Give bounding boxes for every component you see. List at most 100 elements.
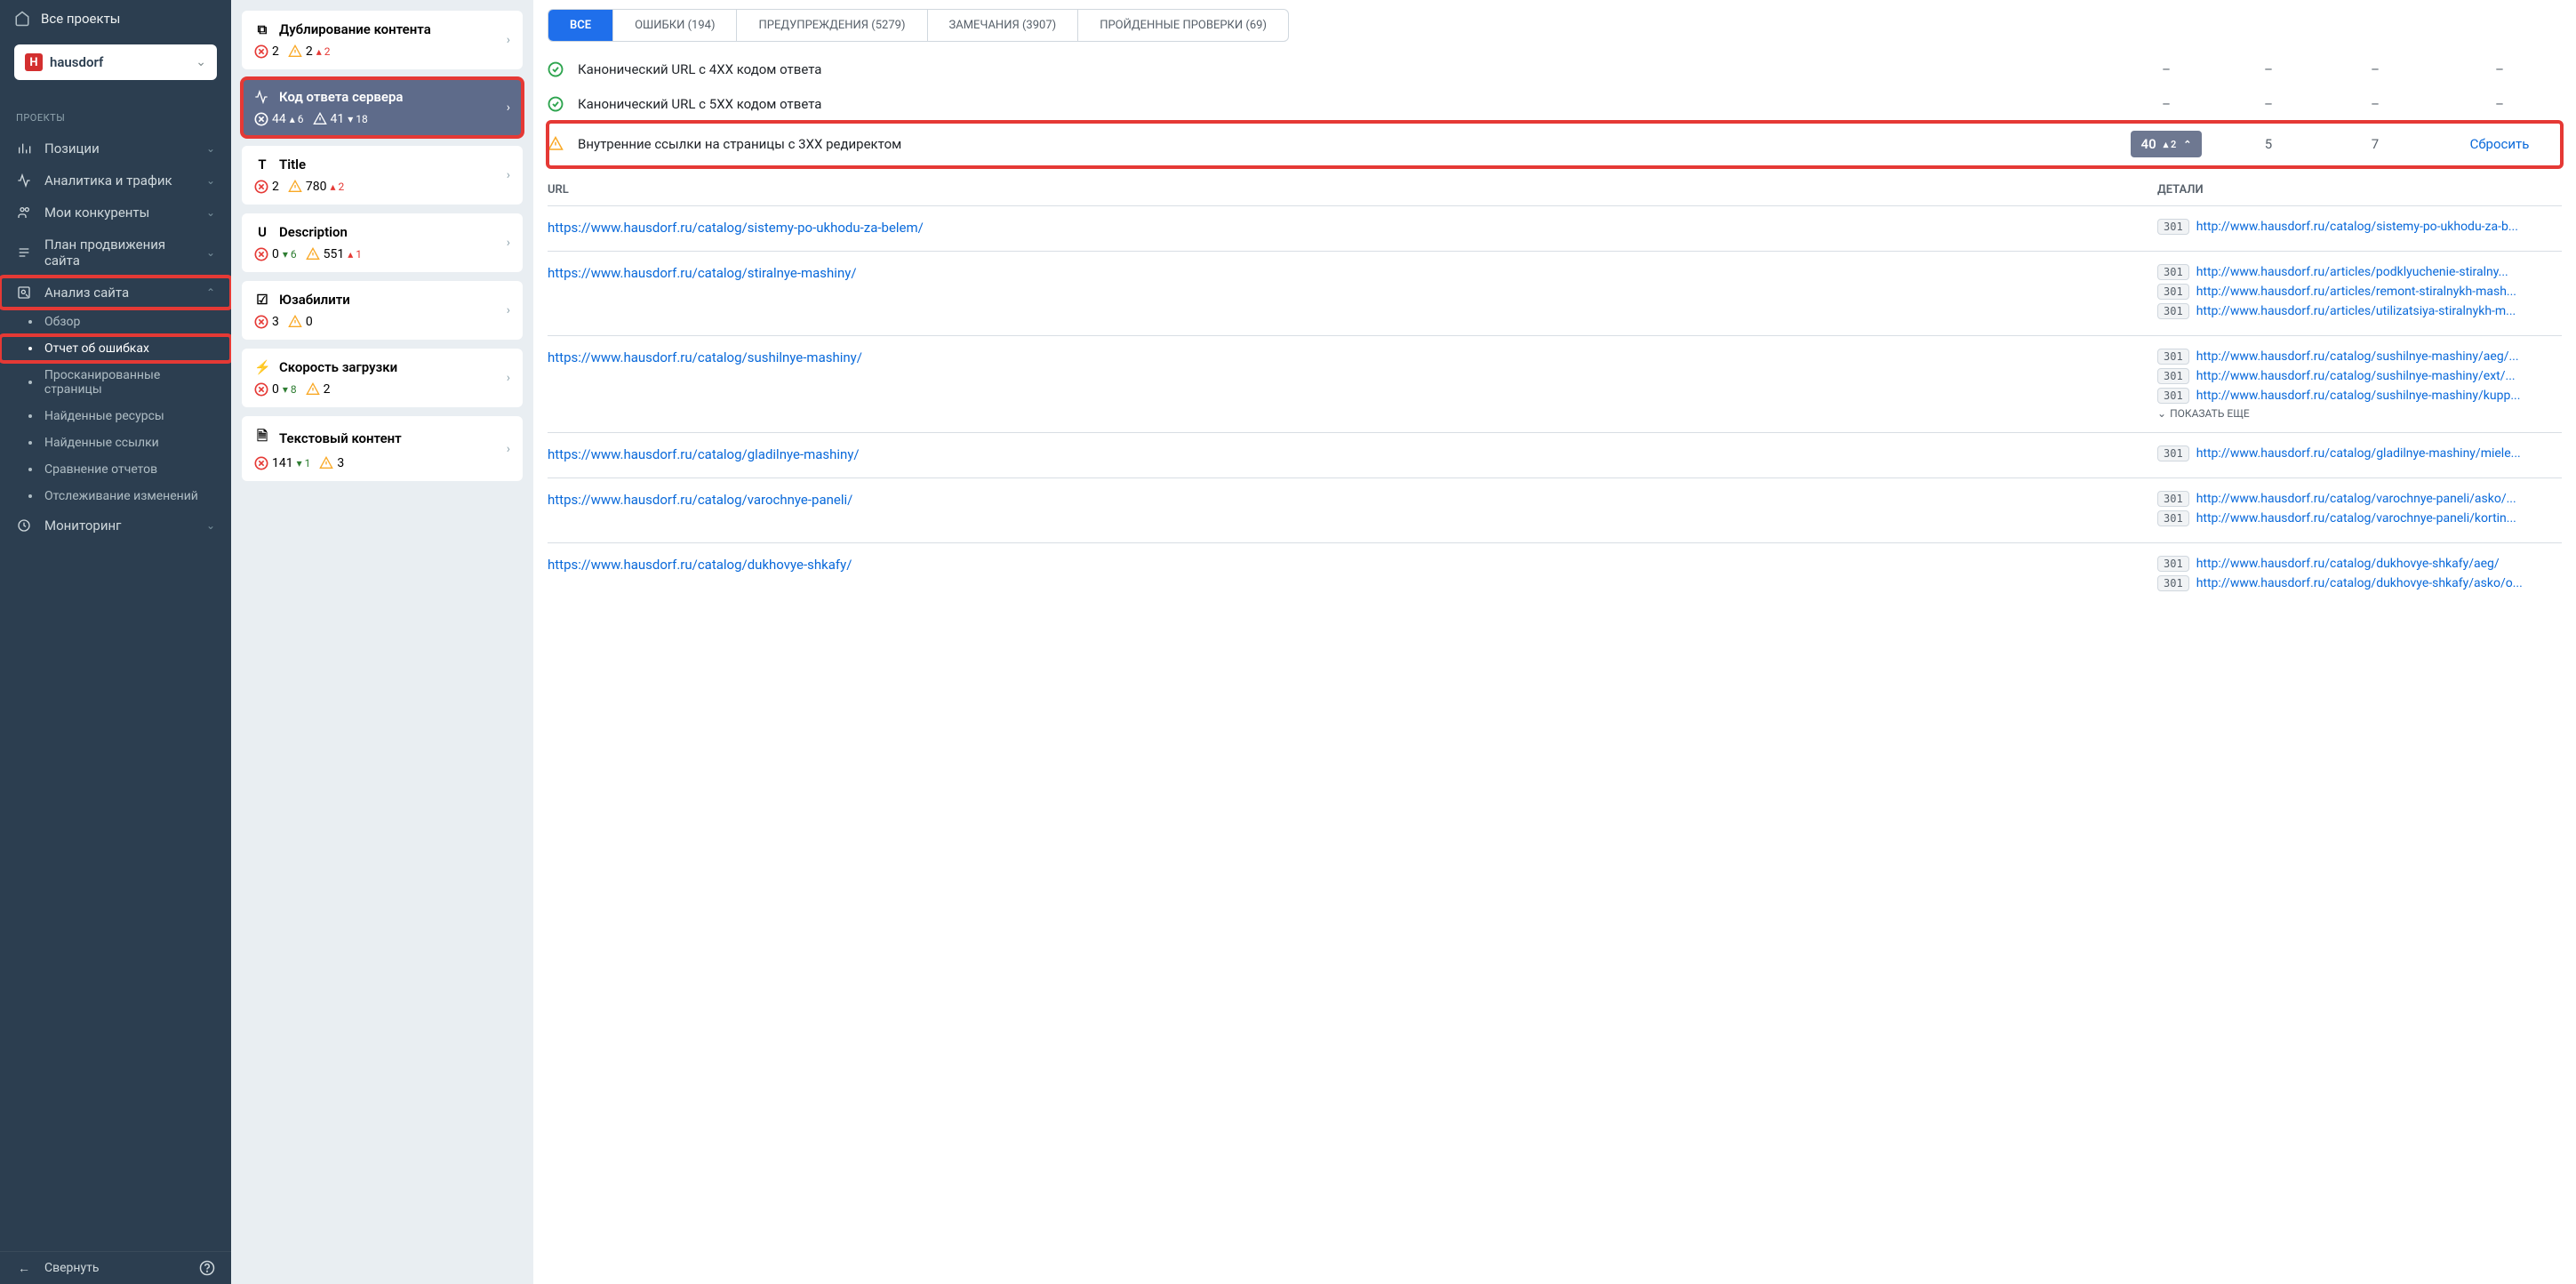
subnav-track-changes[interactable]: Отслеживание изменений: [0, 483, 231, 510]
url-link[interactable]: https://www.hausdorf.ru/catalog/sushilny…: [548, 349, 862, 365]
chevron-down-icon: ⌄: [206, 519, 215, 532]
category-title: Title: [279, 156, 306, 173]
chevron-right-icon: ›: [507, 303, 510, 317]
col-url-header: URL: [548, 183, 2157, 197]
chevron-down-icon: ⌄: [206, 246, 215, 259]
url-link[interactable]: https://www.hausdorf.ru/catalog/gladilny…: [548, 446, 860, 462]
tab-notices[interactable]: ЗАМЕЧАНИЯ (3907): [928, 10, 1079, 41]
chevron-down-icon: ⌄: [196, 55, 206, 69]
detail-link[interactable]: http://www.hausdorf.ru/catalog/sushilnye…: [2196, 349, 2562, 364]
detail-link[interactable]: http://www.hausdorf.ru/catalog/varochnye…: [2196, 492, 2562, 506]
detail-link[interactable]: http://www.hausdorf.ru/articles/remont-s…: [2196, 285, 2562, 299]
warning-icon: [288, 44, 302, 59]
detail-link[interactable]: http://www.hausdorf.ru/catalog/varochnye…: [2196, 511, 2562, 526]
check-badge: 40▴ 2⌃: [2108, 131, 2224, 157]
check-ok-icon: [548, 96, 565, 112]
sidebar-item-competitors[interactable]: Мои конкуренты ⌄: [0, 197, 231, 229]
category-icon: ⚡: [254, 359, 270, 375]
activity-icon: [16, 173, 32, 188]
project-selector[interactable]: H hausdorf ⌄: [14, 44, 217, 80]
subnav-found-links[interactable]: Найденные ссылки: [0, 429, 231, 456]
category-title: Дублирование контента: [279, 21, 431, 37]
url-link[interactable]: https://www.hausdorf.ru/catalog/dukhovye…: [548, 557, 852, 573]
table-row: https://www.hausdorf.ru/catalog/sushilny…: [548, 335, 2562, 432]
collapse-button[interactable]: ← Свернуть: [0, 1252, 231, 1284]
category-card[interactable]: ☑Юзабилити30›: [242, 281, 523, 340]
detail-link[interactable]: http://www.hausdorf.ru/catalog/gladilnye…: [2196, 446, 2562, 461]
all-projects-link[interactable]: Все проекты: [0, 0, 231, 37]
url-link[interactable]: https://www.hausdorf.ru/catalog/stiralny…: [548, 265, 857, 281]
check-col: –: [2108, 96, 2224, 112]
category-icon: [254, 90, 270, 104]
detail-line: 301http://www.hausdorf.ru/articles/utili…: [2157, 303, 2562, 319]
category-card[interactable]: UDescription0▾ 6551▴ 1›: [242, 213, 523, 272]
sidebar-item-monitoring[interactable]: Мониторинг ⌄: [0, 510, 231, 542]
col-details-header: ДЕТАЛИ: [2157, 183, 2562, 197]
delta: ▾ 18: [348, 113, 368, 125]
subnav-label: Обзор: [44, 315, 80, 329]
detail-link[interactable]: http://www.hausdorf.ru/catalog/sushilnye…: [2196, 389, 2562, 403]
warning-count: 3: [337, 456, 344, 470]
tab-passed[interactable]: ПРОЙДЕННЫЕ ПРОВЕРКИ (69): [1078, 10, 1288, 41]
warning-count: 780: [306, 180, 327, 194]
detail-line: 301http://www.hausdorf.ru/catalog/sushil…: [2157, 388, 2562, 404]
status-code-badge: 301: [2157, 445, 2189, 461]
warning-icon: [306, 382, 320, 397]
sidebar-item-site-analysis[interactable]: Анализ сайта ⌃: [0, 277, 231, 309]
status-code-badge: 301: [2157, 556, 2189, 572]
chevron-down-icon: ⌄: [206, 206, 215, 219]
check-row[interactable]: Канонический URL с 4XX кодом ответа – – …: [548, 52, 2562, 87]
check-row[interactable]: Канонический URL с 5XX кодом ответа – – …: [548, 87, 2562, 122]
detail-link[interactable]: http://www.hausdorf.ru/articles/podklyuc…: [2196, 265, 2562, 279]
show-more-button[interactable]: ⌄ПОКАЗАТЬ ЕЩЕ: [2157, 407, 2562, 420]
subnav-crawled-pages[interactable]: Просканированные страницы: [0, 362, 231, 403]
check-warn-icon: [548, 136, 565, 152]
url-link[interactable]: https://www.hausdorf.ru/catalog/sistemy-…: [548, 220, 924, 236]
sidebar-item-analytics[interactable]: Аналитика и трафик ⌄: [0, 165, 231, 197]
detail-link[interactable]: http://www.hausdorf.ru/articles/utilizat…: [2196, 304, 2562, 318]
check-col: 7: [2313, 136, 2437, 152]
error-count: 0: [272, 382, 279, 397]
category-card[interactable]: 🗎Текстовый контент141▾ 13›: [242, 416, 523, 481]
table-row: https://www.hausdorf.ru/catalog/sistemy-…: [548, 205, 2562, 251]
check-col: –: [2224, 96, 2313, 112]
sidebar-item-label: План продвижения сайта: [44, 237, 194, 269]
subnav-compare-reports[interactable]: Сравнение отчетов: [0, 456, 231, 483]
subnav-error-report[interactable]: Отчет об ошибках: [0, 335, 231, 362]
subnav-overview[interactable]: Обзор: [0, 309, 231, 335]
monitor-icon: [16, 518, 32, 533]
help-icon[interactable]: [199, 1260, 215, 1276]
detail-link[interactable]: http://www.hausdorf.ru/catalog/sistemy-p…: [2196, 220, 2562, 234]
tab-warnings[interactable]: ПРЕДУПРЕЖДЕНИЯ (5279): [737, 10, 927, 41]
category-title: Текстовый контент: [279, 430, 402, 446]
detail-line: 301http://www.hausdorf.ru/articles/podkl…: [2157, 264, 2562, 280]
error-count: 2: [272, 180, 279, 194]
chevron-up-icon: ⌃: [2183, 139, 2191, 150]
error-icon: [254, 247, 268, 261]
subnav-found-resources[interactable]: Найденные ресурсы: [0, 403, 231, 429]
sidebar-item-plan[interactable]: План продвижения сайта ⌄: [0, 229, 231, 277]
delta: ▴ 2: [330, 181, 344, 193]
category-card[interactable]: TTitle2780▴ 2›: [242, 146, 523, 205]
status-code-badge: 301: [2157, 219, 2189, 235]
error-icon: [254, 456, 268, 470]
tab-all[interactable]: ВСЕ: [548, 10, 613, 41]
sidebar-item-positions[interactable]: Позиции ⌄: [0, 132, 231, 165]
url-link[interactable]: https://www.hausdorf.ru/catalog/varochny…: [548, 492, 852, 508]
detail-link[interactable]: http://www.hausdorf.ru/catalog/sushilnye…: [2196, 369, 2562, 383]
category-card[interactable]: ⚡Скорость загрузки0▾ 82›: [242, 349, 523, 407]
category-card[interactable]: ⧉Дублирование контента22▴ 2›: [242, 11, 523, 69]
detail-link[interactable]: http://www.hausdorf.ru/catalog/dukhovye-…: [2196, 557, 2562, 571]
category-card[interactable]: Код ответа сервера44▴ 641▾ 18›: [242, 78, 523, 137]
detail-link[interactable]: http://www.hausdorf.ru/catalog/dukhovye-…: [2196, 576, 2562, 590]
check-label: Канонический URL с 4XX кодом ответа: [578, 61, 2096, 77]
category-title: Код ответа сервера: [279, 89, 403, 105]
check-row-expanded[interactable]: Внутренние ссылки на страницы с 3XX реди…: [548, 122, 2562, 167]
tab-errors[interactable]: ОШИБКИ (194): [613, 10, 737, 41]
reset-button[interactable]: Сбросить: [2437, 136, 2562, 152]
sidebar: Все проекты H hausdorf ⌄ ПРОЕКТЫ Позиции…: [0, 0, 231, 1284]
search-icon: [16, 285, 32, 300]
category-icon: ☑: [254, 292, 270, 308]
chevron-up-icon: ⌃: [206, 286, 215, 299]
filter-tabs: ВСЕ ОШИБКИ (194) ПРЕДУПРЕЖДЕНИЯ (5279) З…: [548, 9, 1289, 42]
